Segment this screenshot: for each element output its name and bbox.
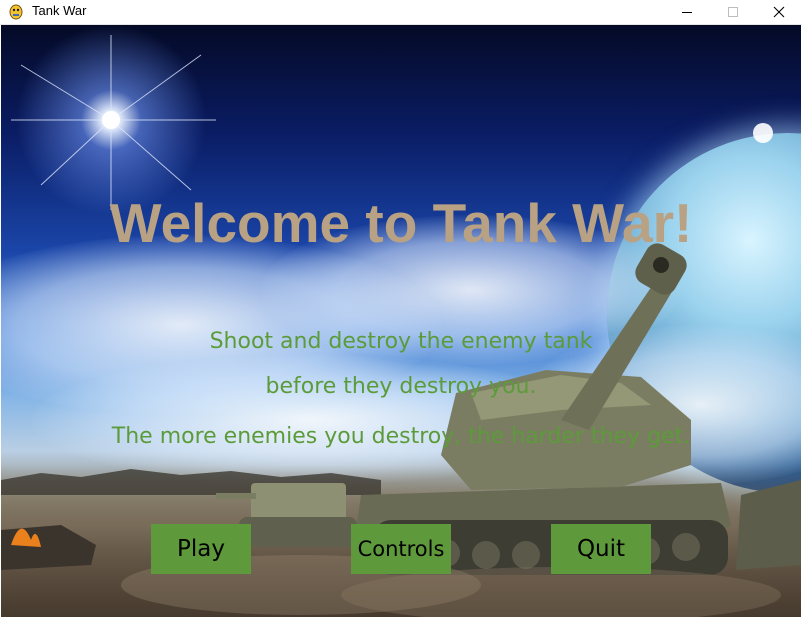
- quit-button[interactable]: Quit: [551, 524, 651, 574]
- controls-button[interactable]: Controls: [351, 524, 451, 574]
- welcome-headline: Welcome to Tank War!: [109, 192, 693, 254]
- play-button[interactable]: Play: [151, 524, 251, 574]
- pygame-snake-icon: [8, 3, 24, 20]
- window-title-bar[interactable]: Tank War: [0, 0, 802, 25]
- instruction-line-3: The more enemies you destroy, the harder…: [111, 424, 691, 449]
- close-icon: [773, 6, 785, 18]
- instruction-line-1: Shoot and destroy the enemy tank: [209, 329, 593, 354]
- minimize-button[interactable]: [664, 0, 710, 24]
- instruction-line-2: before they destroy you.: [265, 374, 537, 399]
- close-button[interactable]: [756, 0, 802, 24]
- maximize-button[interactable]: [710, 0, 756, 24]
- minimize-icon: [682, 12, 692, 13]
- game-canvas[interactable]: Welcome to Tank War! Shoot and destroy t…: [1, 25, 801, 617]
- window-title: Tank War: [32, 3, 87, 18]
- maximize-icon: [728, 7, 738, 17]
